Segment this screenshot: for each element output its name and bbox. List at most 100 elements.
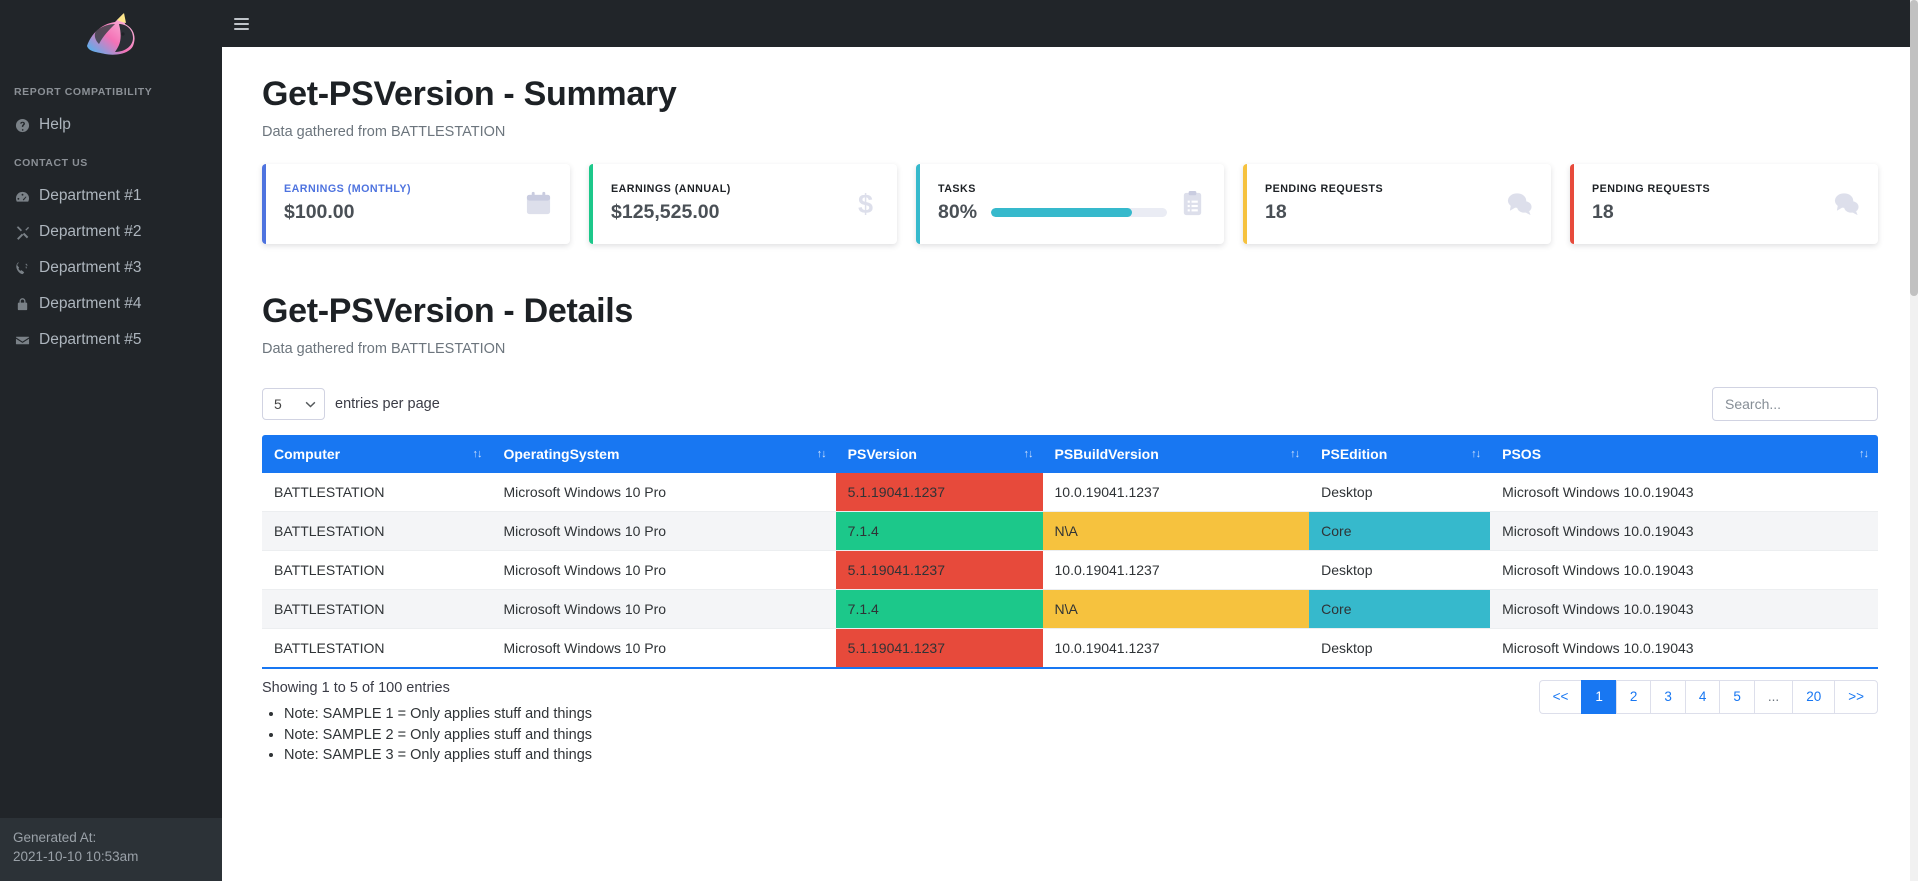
calendar-icon xyxy=(525,190,552,217)
table-cell: Core xyxy=(1309,512,1490,551)
table-row[interactable]: BATTLESTATIONMicrosoft Windows 10 Pro5.1… xyxy=(262,473,1878,512)
table-header-row: Computer↑↓OperatingSystem↑↓PSVersion↑↓PS… xyxy=(262,435,1878,473)
sidebar-item-label: Department #2 xyxy=(39,223,142,241)
table-cell: Microsoft Windows 10 Pro xyxy=(491,629,835,669)
sidebar-item-label: Department #5 xyxy=(39,331,142,349)
card-value: 18 xyxy=(1265,201,1494,224)
page-scrollbar-thumb[interactable] xyxy=(1910,0,1918,296)
brand-logo[interactable] xyxy=(0,0,222,72)
sidebar-item-label: Department #1 xyxy=(39,187,142,205)
question-circle-icon xyxy=(14,117,30,133)
card-value-row: 80% xyxy=(938,201,1167,224)
sidebar-item-help[interactable]: Help xyxy=(0,107,222,143)
table-row[interactable]: BATTLESTATIONMicrosoft Windows 10 Pro5.1… xyxy=(262,629,1878,669)
table-header-label: OperatingSystem xyxy=(503,446,619,462)
table-row[interactable]: BATTLESTATIONMicrosoft Windows 10 Pro5.1… xyxy=(262,551,1878,590)
entries-select-wrap: 5102550100 xyxy=(262,388,325,420)
table-header-psversion[interactable]: PSVersion↑↓ xyxy=(836,435,1043,473)
sidebar-item-department-2[interactable]: Department #2 xyxy=(0,214,222,250)
card-body: PENDING REQUESTS 18 xyxy=(1265,183,1494,224)
table-cell: Core xyxy=(1309,590,1490,629)
table-cell: Microsoft Windows 10.0.19043 xyxy=(1490,590,1878,629)
sidebar-item-department-3[interactable]: Department #3 xyxy=(0,250,222,286)
pagination: <<12345...20>> xyxy=(1539,680,1878,714)
sidebar-item-label: Department #3 xyxy=(39,259,142,277)
table-header-psos[interactable]: PSOS↑↓ xyxy=(1490,435,1878,473)
summary-card-earnings-monthly[interactable]: EARNINGS (MONTHLY) $100.00 xyxy=(262,164,570,244)
sidebar-item-department-5[interactable]: Department #5 xyxy=(0,322,222,358)
table-header-psbuildversion[interactable]: PSBuildVersion↑↓ xyxy=(1043,435,1310,473)
search-input[interactable] xyxy=(1712,387,1878,421)
table-body: BATTLESTATIONMicrosoft Windows 10 Pro5.1… xyxy=(262,473,1878,668)
nav-heading-contact-us: CONTACT US xyxy=(0,143,222,178)
table-cell: Microsoft Windows 10.0.19043 xyxy=(1490,551,1878,590)
table-cell: Microsoft Windows 10 Pro xyxy=(491,473,835,512)
table-cell: N\A xyxy=(1043,512,1310,551)
entries-per-page-control: 5102550100 entries per page xyxy=(262,388,440,420)
table-row[interactable]: BATTLESTATIONMicrosoft Windows 10 Pro7.1… xyxy=(262,590,1878,629)
sidebar-item-department-1[interactable]: Department #1 xyxy=(0,178,222,214)
details-table: Computer↑↓OperatingSystem↑↓PSVersion↑↓PS… xyxy=(262,435,1878,669)
page-button-ellipsisellipsisellipsis: ... xyxy=(1754,680,1792,714)
table-cell: BATTLESTATION xyxy=(262,629,491,669)
table-row[interactable]: BATTLESTATIONMicrosoft Windows 10 Pro7.1… xyxy=(262,512,1878,551)
page-button-2[interactable]: 2 xyxy=(1616,680,1651,714)
page-button-3[interactable]: 3 xyxy=(1650,680,1685,714)
summary-card-pending-requests-2[interactable]: PENDING REQUESTS 18 xyxy=(1570,164,1878,244)
card-label: EARNINGS (MONTHLY) xyxy=(284,183,513,195)
content-scroll-area: Get-PSVersion - Summary Data gathered fr… xyxy=(222,47,1918,881)
sort-updown-icon: ↑↓ xyxy=(1290,448,1299,460)
table-cell: Desktop xyxy=(1309,551,1490,590)
page-scrollbar[interactable] xyxy=(1910,0,1918,881)
card-label: TASKS xyxy=(938,183,1167,195)
table-header-computer[interactable]: Computer ↑↓ xyxy=(262,435,491,473)
sidebar: REPORT COMPATIBILITY Help CONTACT US Dep… xyxy=(0,0,222,881)
sort-updown-icon: ↑↓ xyxy=(1471,448,1480,460)
generated-at-timestamp: 2021-10-10 10:53am xyxy=(13,847,209,867)
lock-icon xyxy=(14,296,30,312)
page-button-4[interactable]: 4 xyxy=(1685,680,1720,714)
table-cell: Microsoft Windows 10.0.19043 xyxy=(1490,473,1878,512)
sort-updown-icon: ↑↓ xyxy=(472,448,481,460)
sidebar-nav: REPORT COMPATIBILITY Help CONTACT US Dep… xyxy=(0,72,222,818)
summary-card-tasks[interactable]: TASKS 80% xyxy=(916,164,1224,244)
summary-card-earnings-annual[interactable]: EARNINGS (ANNUAL) $125,525.00 $ xyxy=(589,164,897,244)
table-header-label: Computer xyxy=(274,446,340,462)
sidebar-item-department-4[interactable]: Department #4 xyxy=(0,286,222,322)
table-header-label: PSOS xyxy=(1502,446,1541,462)
topbar xyxy=(222,0,1918,47)
card-body: EARNINGS (MONTHLY) $100.00 xyxy=(284,183,513,224)
page-button-nextnext[interactable]: >> xyxy=(1834,680,1878,714)
comments-icon xyxy=(1506,190,1533,217)
table-cell: 10.0.19041.1237 xyxy=(1043,629,1310,669)
page-button-5[interactable]: 5 xyxy=(1719,680,1754,714)
generated-at-label: Generated At: xyxy=(13,828,209,848)
table-cell: 5.1.19041.1237 xyxy=(836,473,1043,512)
nav-heading-report-compatibility: REPORT COMPATIBILITY xyxy=(0,72,222,107)
table-cell: Microsoft Windows 10 Pro xyxy=(491,512,835,551)
entries-per-page-select[interactable]: 5102550100 xyxy=(262,388,325,420)
table-cell: 5.1.19041.1237 xyxy=(836,551,1043,590)
sidebar-item-label: Help xyxy=(39,116,71,134)
card-label: PENDING REQUESTS xyxy=(1592,183,1821,195)
table-header-psedition[interactable]: PSEdition↑↓ xyxy=(1309,435,1490,473)
hamburger-icon[interactable] xyxy=(234,13,256,35)
table-cell: N\A xyxy=(1043,590,1310,629)
table-cell: 7.1.4 xyxy=(836,590,1043,629)
phone-volume-icon xyxy=(14,260,30,276)
app-root: REPORT COMPATIBILITY Help CONTACT US Dep… xyxy=(0,0,1918,881)
notes-list: Note: SAMPLE 1 = Only applies stuff and … xyxy=(284,704,592,766)
table-cell: Microsoft Windows 10.0.19043 xyxy=(1490,512,1878,551)
sort-updown-icon: ↑↓ xyxy=(817,448,826,460)
page-button-prevprev[interactable]: << xyxy=(1539,680,1582,714)
page-button-20[interactable]: 20 xyxy=(1792,680,1834,714)
table-header-operatingsystem[interactable]: OperatingSystem ↑↓ xyxy=(491,435,835,473)
page-button-1[interactable]: 1 xyxy=(1581,680,1616,714)
table-footer: Showing 1 to 5 of 100 entries Note: SAMP… xyxy=(262,680,1878,766)
table-cell: Desktop xyxy=(1309,629,1490,669)
sort-updown-icon: ↑↓ xyxy=(1024,448,1033,460)
sidebar-item-label: Department #4 xyxy=(39,295,142,313)
note-item: Note: SAMPLE 2 = Only applies stuff and … xyxy=(284,725,592,746)
card-body: EARNINGS (ANNUAL) $125,525.00 xyxy=(611,183,840,224)
summary-card-pending-requests-1[interactable]: PENDING REQUESTS 18 xyxy=(1243,164,1551,244)
